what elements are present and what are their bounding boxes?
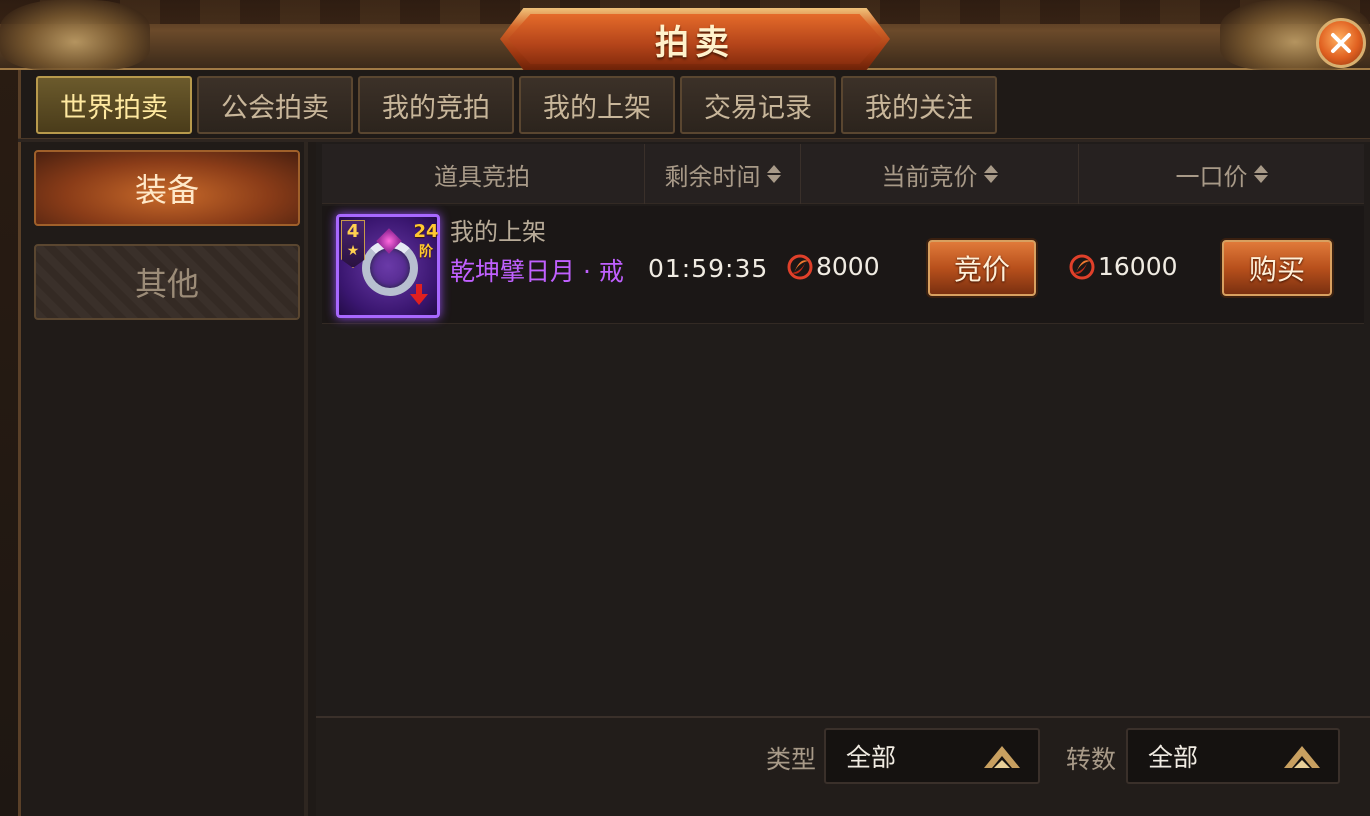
title-plate: 拍卖: [500, 8, 890, 70]
sort-icon: [1253, 165, 1268, 183]
tab-my-bids[interactable]: 我的竞拍: [358, 76, 514, 134]
tab-my-listings[interactable]: 我的上架: [519, 76, 675, 134]
tab-world-auction[interactable]: 世界拍卖: [36, 76, 192, 134]
seller-label: 我的上架: [450, 218, 546, 246]
header-time-left[interactable]: 剩余时间: [644, 144, 800, 204]
header-buyout[interactable]: 一口价: [1078, 144, 1364, 204]
tab-guild-auction[interactable]: 公会拍卖: [197, 76, 353, 134]
star-icon: ★: [346, 243, 360, 259]
currency-icon: [1069, 254, 1095, 279]
category-equipment[interactable]: 装备: [34, 150, 300, 226]
star-level-badge: 4 ★: [341, 220, 365, 268]
close-button[interactable]: [1316, 18, 1366, 68]
item-name[interactable]: 乾坤擘日月 · 戒: [450, 252, 624, 288]
type-filter-label: 类型: [766, 745, 817, 774]
category-other[interactable]: 其他: [34, 244, 300, 320]
sort-icon: [766, 165, 781, 183]
rebirth-filter-select[interactable]: 全部: [1126, 728, 1340, 784]
bid-button[interactable]: 竞价: [928, 240, 1036, 296]
tab-trade-history[interactable]: 交易记录: [680, 76, 836, 134]
current-bid-price: 8000: [786, 252, 880, 281]
tab-my-watchlist[interactable]: 我的关注: [841, 76, 997, 134]
table-header: 道具竞拍 剩余时间 当前竞价 一口价: [322, 144, 1364, 204]
buyout-price: 16000: [1068, 252, 1178, 281]
rebirth-filter-label: 转数: [1066, 745, 1117, 774]
down-arrow-icon: [410, 284, 428, 305]
close-icon: [1331, 33, 1351, 53]
window-title: 拍卖: [655, 22, 735, 63]
time-left: 01:59:35: [648, 254, 769, 283]
header-current-bid[interactable]: 当前竞价: [800, 144, 1078, 204]
buy-button[interactable]: 购买: [1222, 240, 1332, 296]
chevron-up-icon: [984, 746, 1020, 768]
header-item: 道具竞拍: [434, 162, 530, 191]
sort-icon: [983, 165, 998, 183]
chevron-up-icon: [1284, 746, 1320, 768]
stage-badge: 24 阶: [413, 221, 439, 261]
currency-icon: [787, 254, 813, 279]
type-filter-select[interactable]: 全部: [824, 728, 1040, 784]
dragon-ornament-left: [0, 0, 150, 70]
tab-bar: 世界拍卖 公会拍卖 我的竞拍 我的上架 交易记录 我的关注: [36, 76, 997, 134]
